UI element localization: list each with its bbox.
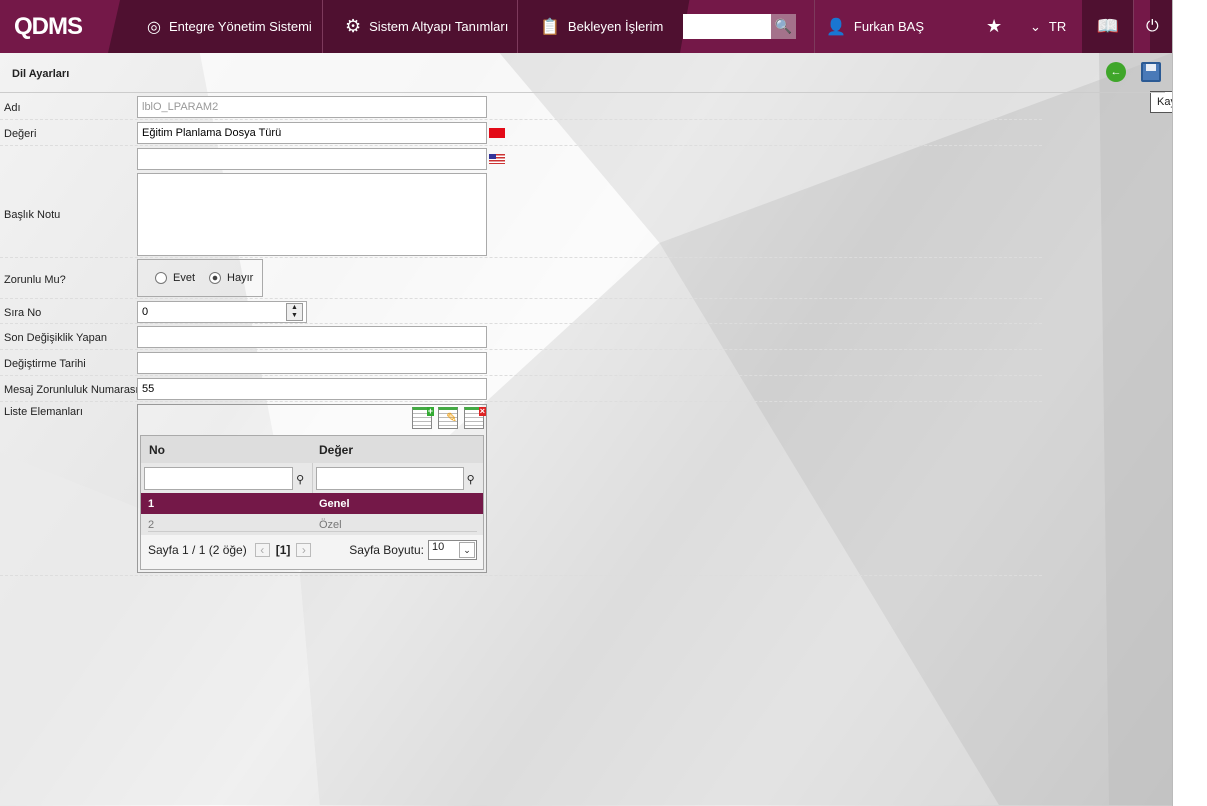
hayir-radio[interactable] (209, 272, 222, 284)
page-title: Dil Ayarları (12, 68, 70, 80)
search-icon[interactable]: 🔍 (771, 14, 796, 39)
mesaj-label: Mesaj Zorunluluk Numarası (4, 384, 139, 396)
liste-label: Liste Elemanları (4, 406, 83, 418)
adi-label: Adı (4, 102, 21, 114)
grid-header: No Değer (141, 436, 483, 463)
filter-no-input[interactable] (144, 466, 293, 490)
zorunlu-radio-group: Evet Hayır (137, 259, 263, 297)
baslik-textarea[interactable] (137, 173, 487, 256)
top-nav: QDMS ◎ Entegre Yönetim Sistemi ⚙ Sistem Al… (0, 0, 1172, 53)
nav-entegre[interactable]: ◎ Entegre Yönetim Sistemi (147, 0, 312, 53)
edit-row-icon[interactable]: ✎ (438, 407, 458, 429)
nav-sistem[interactable]: ⚙ Sistem Altyapı Tanımları (345, 0, 508, 53)
mesaj-field[interactable] (137, 378, 487, 400)
tarih-field[interactable] (137, 352, 487, 374)
page-size-select[interactable]: 10 ⌄ (428, 540, 477, 560)
us-flag-icon (489, 154, 505, 164)
save-floppy-icon[interactable] (1141, 62, 1161, 82)
turkish-flag-icon (489, 128, 505, 138)
star-icon[interactable]: ★ (986, 0, 1002, 53)
zorunlu-label: Zorunlu Mu? (4, 274, 66, 286)
filter-deger-input[interactable] (315, 466, 464, 490)
degeri-label: Değeri (4, 128, 37, 140)
help-book-icon[interactable]: 📖 (1082, 0, 1134, 53)
col-no[interactable]: No (141, 436, 312, 463)
sira-stepper[interactable] (137, 301, 307, 323)
degeri-en-field[interactable] (137, 148, 487, 170)
qdms-logo[interactable]: QDMS (0, 0, 120, 53)
pager: Sayfa 1 / 1 (2 öğe) ‹ [1] › Sayfa Boyutu… (148, 531, 477, 560)
degeri-tr-field[interactable] (137, 122, 487, 144)
search-input[interactable] (683, 14, 771, 39)
baslik-label: Başlık Notu (4, 209, 61, 221)
back-arrow-icon[interactable]: ← (1106, 62, 1126, 82)
app-window: QDMS ◎ Entegre Yönetim Sistemi ⚙ Sistem Al… (0, 0, 1173, 806)
table-row[interactable]: 1 Genel (141, 493, 483, 514)
adi-field[interactable] (137, 96, 487, 118)
list-grid: + ✎ × No Değer ⚲ ⚲ 1 Genel 2 Özel Sayfa 1 … (137, 404, 487, 573)
clipboard-icon: 📋 (540, 18, 560, 36)
nav-bekleyen[interactable]: 📋 Bekleyen İşlerim (540, 0, 663, 53)
filter-icon[interactable]: ⚲ (467, 474, 475, 486)
son-label: Son Değişiklik Yapan (4, 332, 107, 344)
chevron-down-icon: ⌄ (459, 542, 475, 558)
current-page[interactable]: [1] (276, 543, 291, 557)
user-icon: 👤 (826, 18, 846, 36)
evet-radio[interactable] (155, 272, 167, 284)
next-page-button[interactable]: › (296, 543, 312, 557)
q-icon: ◎ (147, 18, 161, 36)
power-icon[interactable]: ⏻ (1146, 0, 1159, 53)
stepper-arrows-icon[interactable]: ▲ ▼ (286, 303, 303, 321)
delete-row-icon[interactable]: × (464, 407, 486, 429)
col-deger[interactable]: Değer (312, 436, 483, 463)
filter-icon[interactable]: ⚲ (296, 474, 304, 486)
grid-toolbar: + ✎ × (412, 407, 486, 429)
user-menu[interactable]: 👤 Furkan BAŞ (826, 0, 924, 53)
sira-label: Sıra No (4, 307, 42, 319)
add-row-icon[interactable]: + (412, 407, 434, 429)
filter-row: ⚲ ⚲ (141, 463, 483, 493)
language-select[interactable]: ⌄ TR (1030, 0, 1066, 53)
tarih-label: Değiştirme Tarihi (4, 358, 86, 370)
save-tooltip: Kaydet (1150, 91, 1172, 113)
gear-icon: ⚙ (345, 16, 362, 36)
son-field[interactable] (137, 326, 487, 348)
chevron-down-icon: ⌄ (1030, 18, 1041, 34)
prev-page-button[interactable]: ‹ (254, 543, 270, 557)
